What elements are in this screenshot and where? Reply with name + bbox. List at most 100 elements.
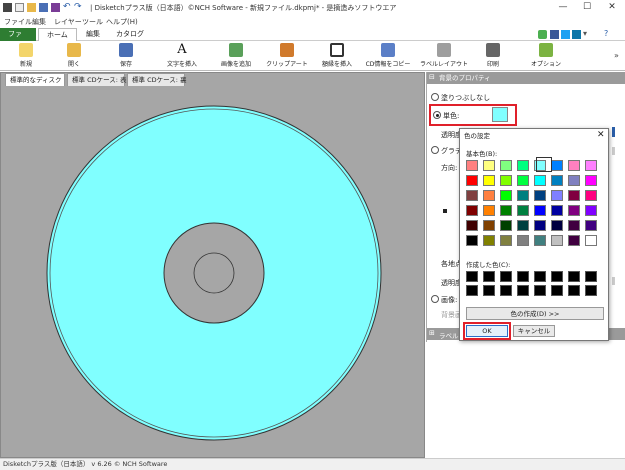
custom-color-swatch[interactable]: [534, 271, 546, 282]
open-button[interactable]: 開く: [60, 43, 88, 68]
color-swatch[interactable]: [466, 235, 478, 246]
print-button[interactable]: 印刷: [480, 43, 506, 68]
custom-color-swatch[interactable]: [466, 271, 478, 282]
menu-tools[interactable]: ツール: [82, 17, 103, 27]
color-swatch[interactable]: [585, 160, 597, 171]
color-swatch[interactable]: [568, 160, 580, 171]
color-swatch[interactable]: [500, 190, 512, 201]
gradient-radio[interactable]: [431, 146, 439, 154]
custom-color-swatch[interactable]: [551, 285, 563, 296]
insert-frame-button[interactable]: 額縁を挿入: [314, 43, 360, 68]
color-swatch[interactable]: [483, 235, 495, 246]
custom-color-swatch[interactable]: [517, 271, 529, 282]
color-swatch[interactable]: [466, 220, 478, 231]
add-image-button[interactable]: 画像を追加: [212, 43, 260, 68]
color-swatch[interactable]: [585, 175, 597, 186]
color-swatch[interactable]: [568, 175, 580, 186]
maximize-button[interactable]: ☐: [575, 1, 599, 14]
menu-layer[interactable]: レイヤー: [54, 17, 82, 27]
color-swatch[interactable]: [568, 220, 580, 231]
color-swatch[interactable]: [466, 190, 478, 201]
close-button[interactable]: ✕: [600, 1, 624, 14]
help-icon[interactable]: ?: [604, 29, 608, 38]
ok-button[interactable]: OK: [466, 325, 508, 337]
custom-color-swatch[interactable]: [568, 285, 580, 296]
color-swatch[interactable]: [483, 220, 495, 231]
dialog-close-icon[interactable]: ✕: [597, 130, 605, 140]
color-swatch[interactable]: [466, 205, 478, 216]
bookmark-quick-icon[interactable]: [51, 3, 60, 12]
color-swatch[interactable]: [551, 220, 563, 231]
slider-thumb-2[interactable]: [612, 147, 615, 155]
menu-file[interactable]: ファイル: [4, 17, 32, 27]
no-fill-radio[interactable]: [431, 93, 439, 101]
custom-color-swatch[interactable]: [500, 271, 512, 282]
minimize-button[interactable]: —: [551, 1, 575, 14]
tab-home[interactable]: ホーム: [38, 28, 77, 41]
tab-cd-case-back[interactable]: 標準 CDケース: 裏: [127, 73, 187, 86]
color-swatch[interactable]: [517, 220, 529, 231]
color-swatch[interactable]: [466, 175, 478, 186]
solid-color-swatch[interactable]: [492, 107, 508, 122]
tab-file[interactable]: ファイル: [0, 28, 36, 51]
color-swatch[interactable]: [517, 175, 529, 186]
label-layout-button[interactable]: ラベルレイアウト: [418, 43, 470, 68]
save-quick-icon[interactable]: [39, 3, 48, 12]
color-swatch[interactable]: [483, 175, 495, 186]
color-swatch[interactable]: [585, 205, 597, 216]
custom-color-swatch[interactable]: [466, 285, 478, 296]
menu-edit[interactable]: 編集: [32, 17, 46, 27]
redo-icon[interactable]: ↷: [74, 2, 82, 12]
color-swatch[interactable]: [568, 190, 580, 201]
solid-radio[interactable]: [433, 111, 441, 119]
color-swatch[interactable]: [517, 235, 529, 246]
color-swatch[interactable]: [500, 235, 512, 246]
canvas-area[interactable]: [0, 72, 425, 458]
color-swatch[interactable]: [483, 205, 495, 216]
ribbon-more-icon[interactable]: »: [614, 51, 619, 60]
custom-color-swatch[interactable]: [551, 271, 563, 282]
save-button[interactable]: 保存: [112, 43, 140, 68]
custom-color-swatch[interactable]: [534, 285, 546, 296]
color-swatch[interactable]: [517, 160, 529, 171]
color-swatch[interactable]: [568, 205, 580, 216]
facebook-icon[interactable]: [550, 30, 559, 39]
define-custom-color-button[interactable]: 色の作成(D) >>: [466, 307, 604, 320]
menu-help[interactable]: ヘルプ(H): [106, 17, 138, 27]
custom-color-swatch[interactable]: [500, 285, 512, 296]
image-radio[interactable]: [431, 295, 439, 303]
clipart-button[interactable]: クリップアート: [262, 43, 312, 68]
tab-cd-case-front[interactable]: 標準 CDケース: 表: [67, 73, 127, 86]
color-swatch[interactable]: [551, 160, 563, 171]
disc-canvas[interactable]: [1, 73, 426, 459]
color-swatch[interactable]: [551, 205, 563, 216]
custom-color-swatch[interactable]: [585, 285, 597, 296]
color-swatch[interactable]: [500, 205, 512, 216]
tab-standard-disc[interactable]: 標準的なディスク: [5, 73, 65, 86]
new-quick-icon[interactable]: [15, 3, 24, 12]
collapse-icon[interactable]: ⊟: [429, 73, 435, 81]
dropdown-arrow-icon[interactable]: ▾: [583, 29, 587, 38]
color-swatch[interactable]: [483, 160, 495, 171]
custom-color-swatch[interactable]: [585, 271, 597, 282]
tab-catalog[interactable]: カタログ: [108, 28, 152, 41]
color-swatch[interactable]: [585, 190, 597, 201]
color-swatch[interactable]: [517, 205, 529, 216]
undo-icon[interactable]: ↶: [63, 2, 71, 12]
new-button[interactable]: 新規: [12, 43, 40, 68]
color-swatch[interactable]: [551, 235, 563, 246]
color-swatch[interactable]: [585, 235, 597, 246]
color-swatch[interactable]: [551, 175, 563, 186]
color-swatch[interactable]: [483, 190, 495, 201]
cancel-button[interactable]: キャンセル: [513, 325, 555, 337]
tab-edit[interactable]: 編集: [78, 28, 108, 41]
custom-color-swatch[interactable]: [568, 271, 580, 282]
options-button[interactable]: オプション: [528, 43, 564, 68]
copy-cd-info-button[interactable]: CD情報をコピー: [362, 43, 414, 68]
color-swatch[interactable]: [534, 190, 546, 201]
custom-color-swatch[interactable]: [483, 271, 495, 282]
custom-color-swatch[interactable]: [483, 285, 495, 296]
color-swatch[interactable]: [585, 220, 597, 231]
gradient-point-handle[interactable]: [443, 209, 447, 213]
color-swatch[interactable]: [551, 190, 563, 201]
